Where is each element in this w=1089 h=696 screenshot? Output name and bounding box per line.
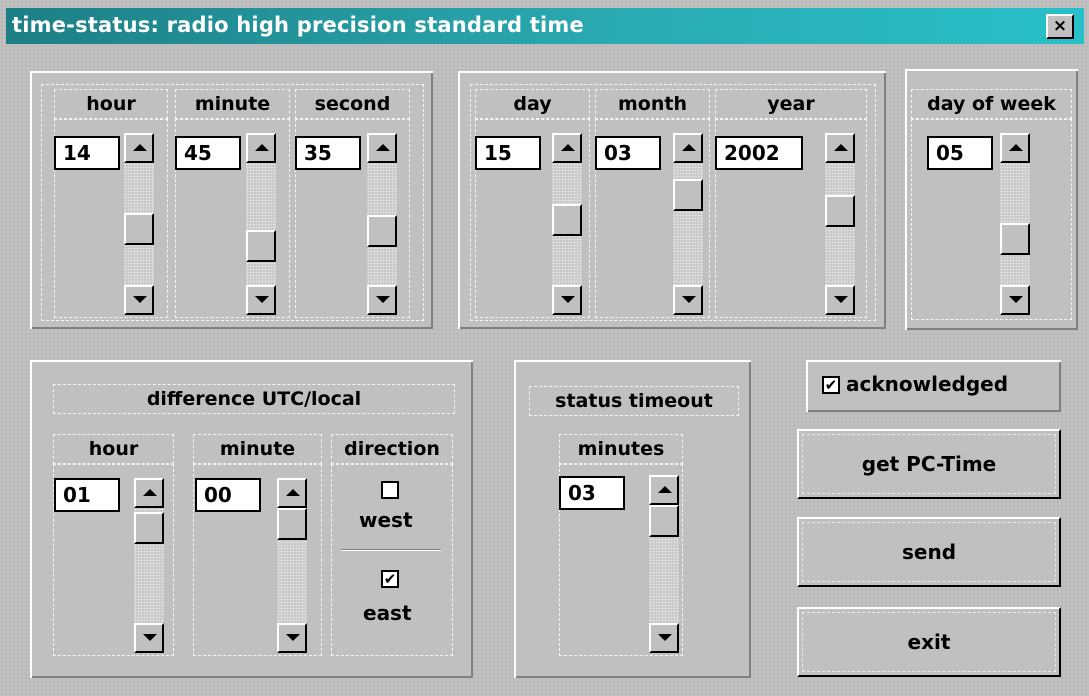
- get-pc-time-button[interactable]: get PC-Time: [797, 429, 1061, 499]
- day-scroll-up-icon[interactable]: [552, 133, 582, 163]
- timeout-scroll-down-icon[interactable]: [649, 623, 679, 653]
- diff-hour-scroll-up-icon[interactable]: [134, 478, 164, 508]
- year-scroll-thumb[interactable]: [825, 194, 855, 227]
- diff-hour-scrollbar[interactable]: [134, 478, 164, 653]
- diff-minute-value[interactable]: 00: [195, 478, 261, 512]
- month-scroll-down-icon[interactable]: [673, 285, 703, 315]
- timeout-scroll-thumb[interactable]: [649, 505, 679, 537]
- hour-value[interactable]: 14: [54, 136, 120, 170]
- month-value[interactable]: 03: [595, 136, 661, 170]
- diff-hour-scroll-down-icon[interactable]: [134, 623, 164, 653]
- weekday-scrollbar[interactable]: [1000, 133, 1030, 315]
- day-scroll-thumb[interactable]: [552, 203, 582, 236]
- send-button[interactable]: send: [797, 517, 1061, 587]
- year-header: year: [715, 89, 867, 119]
- day-scrollbar[interactable]: [552, 133, 582, 315]
- close-button[interactable]: ×: [1046, 14, 1074, 39]
- timeout-minutes-value[interactable]: 03: [559, 476, 625, 510]
- day-scroll-down-icon[interactable]: [552, 285, 582, 315]
- day-value[interactable]: 15: [475, 136, 541, 170]
- diff-hour-header: hour: [53, 434, 174, 464]
- year-scroll-up-icon[interactable]: [825, 133, 855, 163]
- weekday-value[interactable]: 05: [927, 136, 993, 170]
- weekday-scroll-thumb[interactable]: [1000, 223, 1030, 256]
- east-checkbox[interactable]: ✔: [381, 570, 399, 588]
- month-scroll-up-icon[interactable]: [673, 133, 703, 163]
- second-scroll-thumb[interactable]: [367, 215, 397, 248]
- timeout-scroll-up-icon[interactable]: [649, 475, 679, 505]
- east-label: east: [363, 601, 412, 625]
- timeout-minutes-scrollbar[interactable]: [649, 475, 679, 653]
- second-header: second: [295, 89, 410, 119]
- weekday-header: day of week: [911, 89, 1072, 119]
- diff-minute-scroll-up-icon[interactable]: [277, 478, 307, 508]
- time-status-window: time-status: radio high precision standa…: [0, 0, 1089, 696]
- second-value[interactable]: 35: [295, 136, 361, 170]
- minute-scrollbar[interactable]: [246, 133, 276, 315]
- diff-minute-scroll-thumb[interactable]: [277, 508, 307, 540]
- year-scrollbar[interactable]: [825, 133, 855, 315]
- send-focus-rect: [802, 522, 1056, 582]
- diff-minute-scrollbar[interactable]: [277, 478, 307, 653]
- hour-scroll-down-icon[interactable]: [124, 285, 154, 315]
- diff-hour-value[interactable]: 01: [54, 478, 120, 512]
- year-scroll-down-icon[interactable]: [825, 285, 855, 315]
- year-value[interactable]: 2002: [715, 136, 803, 170]
- day-header: day: [475, 89, 590, 119]
- status-timeout-title: status timeout: [529, 386, 739, 416]
- acknowledged-label[interactable]: acknowledged: [846, 372, 1008, 396]
- minute-value[interactable]: 45: [175, 136, 241, 170]
- title-bar[interactable]: time-status: radio high precision standa…: [6, 8, 1084, 44]
- month-scrollbar[interactable]: [673, 133, 703, 315]
- hour-scroll-up-icon[interactable]: [124, 133, 154, 163]
- weekday-scroll-down-icon[interactable]: [1000, 285, 1030, 315]
- minute-scroll-down-icon[interactable]: [246, 285, 276, 315]
- hour-scrollbar[interactable]: [124, 133, 154, 315]
- direction-header: direction: [331, 434, 453, 464]
- minute-header: minute: [175, 89, 290, 119]
- hour-header: hour: [54, 89, 168, 119]
- exit-button[interactable]: exit: [797, 607, 1061, 677]
- second-scrollbar[interactable]: [367, 133, 397, 315]
- direction-divider: [341, 549, 441, 550]
- exit-focus-rect: [802, 612, 1056, 672]
- month-header: month: [595, 89, 710, 119]
- difference-title: difference UTC/local: [53, 384, 455, 414]
- minute-scroll-thumb[interactable]: [246, 229, 276, 262]
- hour-scroll-thumb[interactable]: [124, 212, 154, 245]
- close-icon: ×: [1052, 16, 1068, 36]
- minute-scroll-up-icon[interactable]: [246, 133, 276, 163]
- second-scroll-down-icon[interactable]: [367, 285, 397, 315]
- get-pc-time-focus-rect: [802, 434, 1056, 494]
- diff-hour-scroll-thumb[interactable]: [134, 512, 164, 545]
- west-label: west: [359, 508, 413, 532]
- timeout-minutes-header: minutes: [559, 434, 683, 464]
- diff-minute-scroll-down-icon[interactable]: [277, 623, 307, 653]
- window-title: time-status: radio high precision standa…: [12, 13, 584, 37]
- west-checkbox[interactable]: [381, 481, 399, 499]
- diff-minute-header: minute: [193, 434, 322, 464]
- month-scroll-thumb[interactable]: [673, 179, 703, 212]
- weekday-scroll-up-icon[interactable]: [1000, 133, 1030, 163]
- second-scroll-up-icon[interactable]: [367, 133, 397, 163]
- acknowledged-checkbox[interactable]: ✔: [822, 376, 840, 394]
